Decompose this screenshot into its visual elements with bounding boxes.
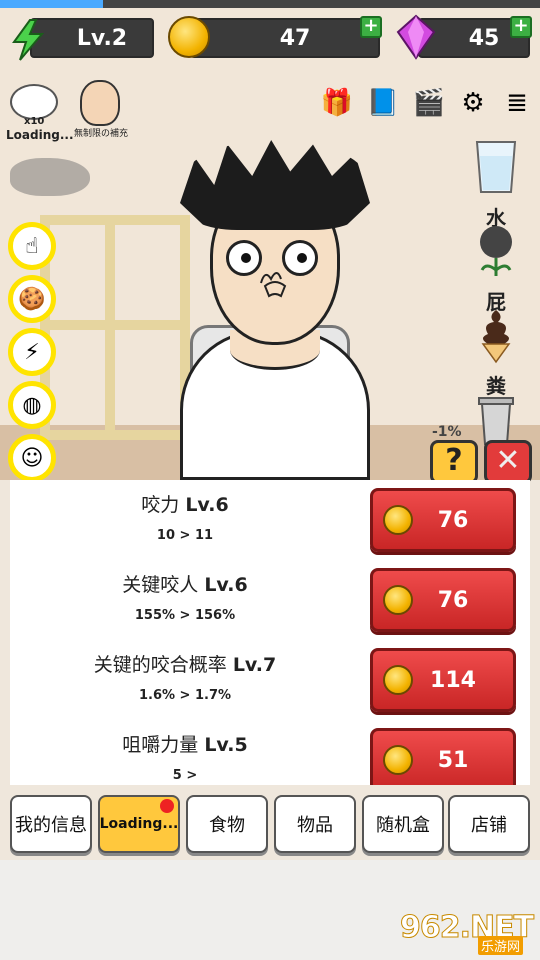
belly-icon[interactable]: ◍ [8,381,56,429]
upgrade-name: 咀嚼力量 Lv.5 [122,734,248,756]
gift-box-icon[interactable]: 🎁 [318,84,356,122]
egg-count: x10 [24,116,45,127]
upgrade-delta: 5 > [172,768,198,783]
upgrade-price: 76 [437,587,469,613]
watermark-logo: 962.NET 乐游网 [400,910,535,955]
energy-bolt-icon [12,19,45,61]
tab-food[interactable]: 食物 [186,795,268,853]
watermark-subtext: 乐游网 [478,936,524,955]
tab-random-box[interactable]: 随机盒 [362,795,444,853]
gem-icon [396,14,436,60]
window-frame [40,215,190,440]
upgrade-delta: 10 > 11 [156,528,214,543]
help-button[interactable]: ? [430,440,478,484]
coin-stack-icon[interactable]: ≣ [498,84,536,122]
upgrade-panel: 咬力 Lv.6 10 > 11 76 关键咬人 Lv.6 155% > 156%… [10,480,530,785]
egg-loading-label: Loading... [6,128,74,142]
character-left-eye [226,240,262,276]
coin-icon [383,585,413,615]
cookie-icon[interactable]: 🍪 [8,275,56,323]
gem-value: 45 [468,25,500,51]
bottom-tab-bar: 我的信息 Loading... 食物 物品 随机盒 店铺 [10,795,532,855]
teeth-icon[interactable]: ☺ [8,434,56,482]
upgrade-name: 关键的咬合概率 Lv.7 [93,654,277,676]
coin-icon [383,505,413,535]
book-icon[interactable]: 📘 [364,84,402,122]
upgrade-row: 咬力 Lv.6 10 > 11 76 [10,480,530,560]
level-value: Lv.2 [76,25,128,51]
notification-dot [160,799,174,813]
water-glass-icon [475,141,517,193]
close-button[interactable]: ✕ [484,440,532,484]
ice-cream-poop-icon [481,310,511,364]
egg-icon[interactable] [10,84,58,120]
npc-label: 無制限の補充 [74,129,129,139]
upgrade-price: 114 [430,667,476,693]
character-right-eye [282,240,318,276]
upgrade-price: 51 [437,747,469,773]
coin-icon [383,665,413,695]
game-scene [0,0,540,480]
tab-items[interactable]: 物品 [274,795,356,853]
tap-finger-icon[interactable]: ☝ [8,222,56,270]
upgrade-row: 咀嚼力量 Lv.5 5 > 51 [10,720,530,785]
tab-shop[interactable]: 店铺 [448,795,530,853]
upgrade-name: 咬力 Lv.6 [141,494,229,516]
item-poop[interactable]: 粪 [470,306,522,399]
upgrade-row: 关键咬人 Lv.6 155% > 156% 76 [10,560,530,640]
add-gems-button[interactable]: + [510,16,532,38]
upgrade-price: 76 [437,507,469,533]
coin-pill: 47 [190,18,380,58]
energy-boost-icon[interactable]: ⚡ [8,328,56,376]
coin-icon [168,16,210,58]
top-progress-fill [0,0,103,8]
tab-loading[interactable]: Loading... [98,795,180,853]
character-hair [180,140,370,230]
item-water[interactable]: 水 [470,138,522,231]
upgrade-buy-button[interactable]: 114 [370,648,516,712]
item-gas[interactable]: 屁 [470,222,522,315]
coin-value: 47 [279,25,311,51]
grandpa-avatar-icon[interactable] [80,80,120,126]
upgrade-name: 关键咬人 Lv.6 [122,574,248,596]
upgrade-buy-button[interactable]: 51 [370,728,516,785]
upgrade-delta: 155% > 156% [134,608,236,623]
tab-label: Loading... [99,816,179,832]
add-coins-button[interactable]: + [360,16,382,38]
top-progress-bar [0,0,540,8]
level-pill: Lv.2 [30,18,154,58]
video-clapper-icon[interactable]: 🎬 [410,84,448,122]
settings-nut-icon[interactable]: ⚙ [454,84,492,122]
coin-icon [383,745,413,775]
upgrade-buy-button[interactable]: 76 [370,568,516,632]
upgrade-buy-button[interactable]: 76 [370,488,516,552]
upgrade-row: 关键的咬合概率 Lv.7 1.6% > 1.7% 114 [10,640,530,720]
gas-cloud-icon [480,226,512,276]
percent-tag: -1% [432,424,462,440]
fish-shadow-icon [10,158,90,196]
tab-my-info[interactable]: 我的信息 [10,795,92,853]
upgrade-delta: 1.6% > 1.7% [138,688,232,703]
